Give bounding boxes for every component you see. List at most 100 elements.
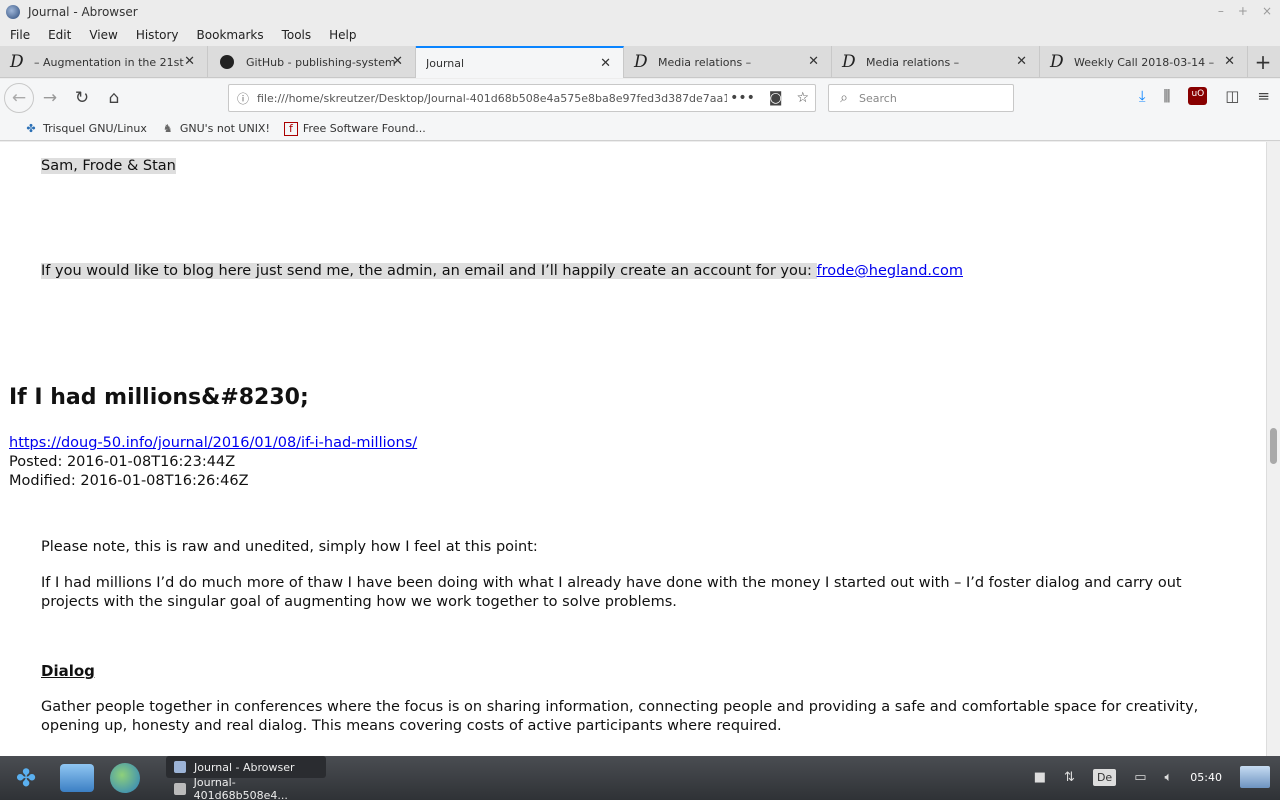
show-desktop-icon[interactable] [1240,766,1270,788]
taskbar: ✤ Journal - Abrowser Journal-401d68b508e… [0,756,1280,800]
posted-date: Posted: 2016-01-08T16:23:44Z [9,454,236,470]
back-arrow-icon: ← [11,88,27,108]
url-bar[interactable]: ⓘ file:///home/skreutzer/Desktop/Journal… [228,84,816,112]
d-favicon-icon: D [842,52,856,72]
bookmark-gnu[interactable]: ♞ GNU's not UNIX! [161,122,270,136]
task-label: Journal-401d68b508e4... [193,776,288,800]
bookmark-label: Free Software Found... [302,122,426,135]
scrollbar-thumb[interactable] [1270,428,1277,464]
close-tab-icon[interactable]: ✕ [184,54,195,69]
document-task-icon [174,783,186,795]
abrowser-task-icon [174,761,186,773]
search-icon: ⌕ [840,90,848,106]
email-link[interactable]: frode@hegland.com [817,263,963,279]
forward-button[interactable]: → [34,82,66,114]
fsf-icon: f [283,121,298,136]
page-scrollbar[interactable] [1266,142,1280,756]
trisquel-menu-icon[interactable]: ✤ [8,760,44,796]
window-controls: – + × [1218,4,1272,18]
info-icon[interactable]: ⓘ [229,90,257,107]
menu-view[interactable]: View [89,28,117,42]
forward-arrow-icon: → [42,88,58,108]
new-tab-button[interactable]: + [1248,46,1278,77]
bookmark-trisquel[interactable]: ✤ Trisquel GNU/Linux [24,122,147,136]
bookmark-fsf[interactable]: f Free Software Found... [283,121,426,136]
signature-text: Sam, Frode & Stan [41,158,176,174]
search-placeholder[interactable]: Search [859,92,897,105]
post-url-link[interactable]: https://doug-50.info/journal/2016/01/08/… [9,435,417,451]
reload-button[interactable]: ↻ [66,82,98,114]
d-favicon-icon: D [634,52,648,72]
maximize-button[interactable]: + [1238,4,1248,18]
close-tab-icon[interactable]: ✕ [1224,54,1235,69]
tab-augmentation[interactable]: D – Augmentation in the 21st C ✕ [0,46,208,78]
tab-github[interactable]: GitHub - publishing-systems/J ✕ [208,46,416,78]
tab-media-relations-2[interactable]: D Media relations – ✕ [832,46,1040,78]
page-actions-icon[interactable]: ••• [730,90,755,106]
gnu-icon: ♞ [162,122,173,135]
tab-label: Media relations – [658,55,752,69]
window-title: Journal - Abrowser [28,5,138,19]
downloads-icon[interactable]: ⤓ [1139,87,1146,105]
tab-label: Weekly Call 2018-03-14 – [1074,55,1215,69]
bookmark-label: Trisquel GNU/Linux [43,122,147,135]
task-journal-folder[interactable]: Journal-401d68b508e4... [166,776,326,800]
menu-bar: File Edit View History Bookmarks Tools H… [0,24,1280,46]
window-titlebar: Journal - Abrowser – + × [0,0,1280,24]
bookmarks-toolbar: ✤ Trisquel GNU/Linux ♞ GNU's not UNIX! f… [0,117,1280,141]
menu-tools[interactable]: Tools [282,28,312,42]
network-icon[interactable]: ⇅ [1064,770,1075,785]
minimize-button[interactable]: – [1218,4,1224,18]
menu-bookmarks[interactable]: Bookmarks [197,28,264,42]
d-favicon-icon: D [10,52,24,72]
tab-journal[interactable]: Journal ✕ [416,46,624,78]
stop-icon[interactable]: ■ [1034,770,1046,785]
heading-dialog: Dialog [41,662,95,680]
library-icon[interactable]: ⫼ [1164,87,1171,105]
browser-launcher-icon[interactable] [110,763,140,793]
sidebar-icon[interactable]: ◫ [1225,87,1239,105]
file-manager-icon[interactable] [60,764,94,792]
url-text[interactable]: file:///home/skreutzer/Desktop/Journal-4… [257,92,727,105]
tab-label: Journal [426,56,465,70]
menu-history[interactable]: History [136,28,179,42]
close-tab-icon[interactable]: ✕ [1016,54,1027,69]
back-button[interactable]: ← [4,83,34,113]
tab-strip: D – Augmentation in the 21st C ✕ GitHub … [0,46,1280,78]
tab-media-relations-1[interactable]: D Media relations – ✕ [624,46,832,78]
close-window-button[interactable]: × [1262,4,1272,18]
battery-icon[interactable]: ▭ [1134,770,1146,785]
trisquel-icon: ✤ [26,122,36,135]
menu-help[interactable]: Help [329,28,356,42]
menu-edit[interactable]: Edit [48,28,71,42]
tab-label: GitHub - publishing-systems/J [246,55,396,69]
page-content: Sam, Frode & Stan If you would like to b… [0,142,1266,756]
reload-icon: ↻ [74,88,90,108]
tab-weekly-call[interactable]: D Weekly Call 2018-03-14 – ✕ [1040,46,1248,78]
close-tab-icon[interactable]: ✕ [600,56,611,71]
ublock-icon[interactable]: uO [1188,87,1208,105]
task-journal-abrowser[interactable]: Journal - Abrowser [166,756,326,778]
home-button[interactable]: ⌂ [98,82,130,114]
para-raw-note: Please note, this is raw and unedited, s… [41,539,538,555]
menu-file[interactable]: File [10,28,30,42]
task-label: Journal - Abrowser [194,760,295,774]
keyboard-layout-indicator[interactable]: De [1092,768,1117,786]
github-icon [220,55,234,69]
post-title: If I had millions&#8230; [9,385,309,410]
abrowser-icon [6,5,20,19]
pocket-icon[interactable]: ◙ [769,90,783,106]
para-dialog: Gather people together in conferences wh… [41,699,1199,734]
bookmark-star-icon[interactable]: ☆ [796,90,809,106]
volume-icon[interactable]: 🔈︎ [1164,770,1172,785]
hamburger-menu-icon[interactable]: ≡ [1257,87,1270,105]
url-bar-actions: ••• ◙ ☆ [730,90,809,106]
home-icon: ⌂ [108,88,120,108]
close-tab-icon[interactable]: ✕ [808,54,819,69]
bookmark-label: GNU's not UNIX! [179,122,270,135]
search-bar[interactable]: ⌕ Search [828,84,1014,112]
clock[interactable]: 05:40 [1190,771,1222,784]
close-tab-icon[interactable]: ✕ [392,54,403,69]
navigation-toolbar: ← → ↻ ⌂ ⓘ file:///home/skreutzer/Desktop… [0,79,1280,117]
modified-date: Modified: 2016-01-08T16:26:46Z [9,473,249,489]
